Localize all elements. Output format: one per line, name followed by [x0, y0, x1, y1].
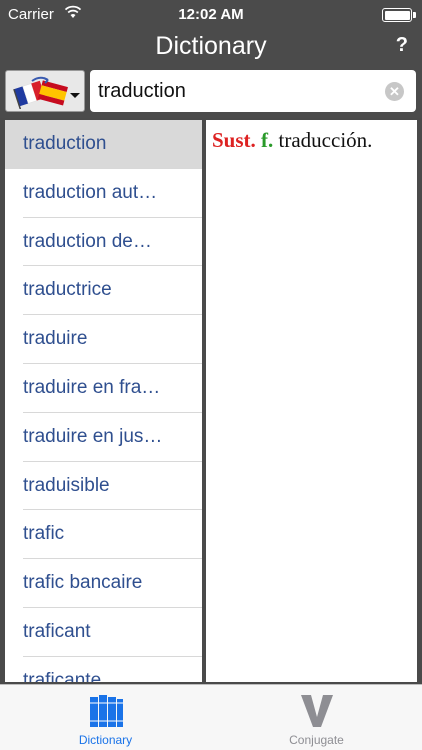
search-input[interactable]: [98, 70, 378, 112]
battery-cap: [413, 12, 416, 18]
tab-conjugate[interactable]: Conjugate: [211, 685, 422, 750]
definition-text: Sust. f. traducción.: [212, 128, 372, 153]
status-time: 12:02 AM: [178, 6, 244, 23]
language-flags-icon: [13, 76, 80, 109]
list-item[interactable]: traduction aut…: [5, 169, 202, 218]
page-title: Dictionary: [155, 32, 267, 60]
list-item[interactable]: traduire en jus…: [5, 413, 202, 462]
list-item[interactable]: trafic: [5, 510, 202, 559]
battery-icon: [382, 8, 412, 22]
gender-label: f.: [261, 128, 274, 152]
list-item[interactable]: traduction: [5, 120, 202, 169]
language-selector-button[interactable]: [5, 70, 85, 112]
list-item[interactable]: trafic bancaire: [5, 559, 202, 608]
search-field[interactable]: ✕: [90, 70, 416, 112]
part-of-speech: Sust.: [212, 128, 256, 152]
tab-bar: Dictionary Conjugate: [0, 684, 422, 750]
list-item[interactable]: traductrice: [5, 266, 202, 315]
v-icon: [300, 695, 333, 727]
tab-dictionary[interactable]: Dictionary: [0, 685, 211, 750]
tab-dictionary-label: Dictionary: [78, 733, 133, 747]
books-icon: [89, 695, 123, 727]
list-item[interactable]: traduire: [5, 315, 202, 364]
definition-panel: Sust. f. traducción.: [206, 120, 417, 682]
results-list[interactable]: traduction traduction aut… traduction de…: [5, 120, 202, 682]
search-row: ✕: [0, 66, 422, 118]
clear-search-icon[interactable]: ✕: [385, 82, 404, 101]
list-item[interactable]: traduction de…: [5, 218, 202, 267]
list-item[interactable]: traficant: [5, 608, 202, 657]
list-item[interactable]: traficante: [5, 657, 202, 682]
tab-conjugate-label: Conjugate: [289, 733, 344, 747]
list-item[interactable]: traduire en fra…: [5, 364, 202, 413]
list-item[interactable]: traduisible: [5, 462, 202, 511]
nav-bar: Dictionary ?: [0, 30, 422, 66]
help-button[interactable]: ?: [396, 34, 408, 57]
status-bar: Carrier 12:02 AM: [0, 0, 422, 30]
translation-text: traducción.: [278, 128, 373, 152]
